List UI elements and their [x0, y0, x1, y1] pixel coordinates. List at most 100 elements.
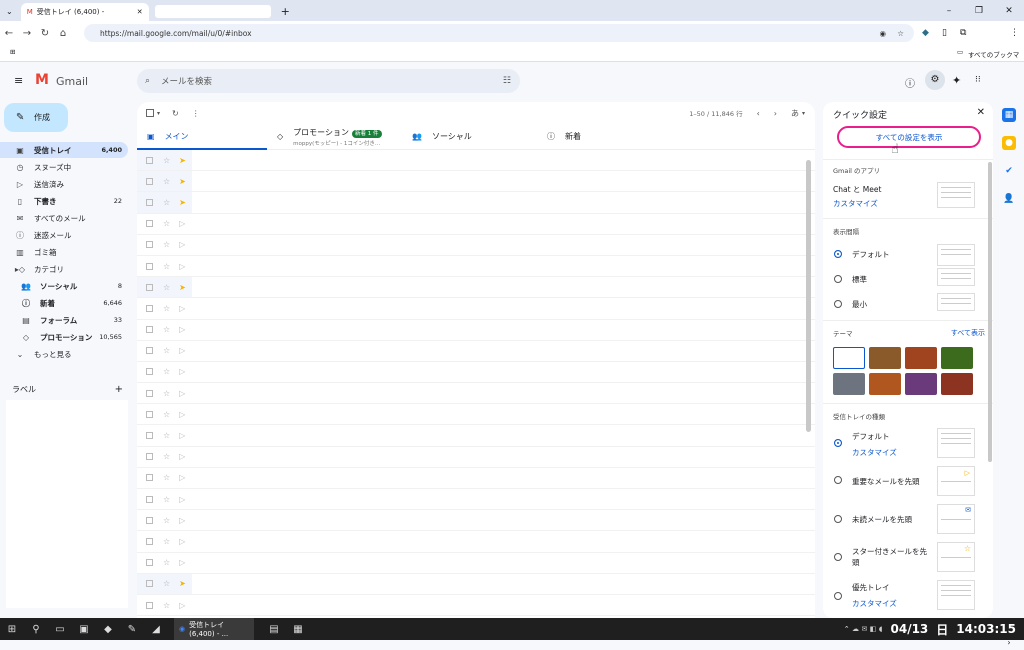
star-icon[interactable]: ☆	[163, 240, 170, 249]
customize-apps-link[interactable]: カスタマイズ	[833, 198, 878, 209]
table-row[interactable]: ☆ ➤	[137, 192, 815, 214]
task-view-icon[interactable]: ▭	[48, 624, 72, 635]
row-body[interactable]	[191, 340, 815, 361]
star-icon[interactable]: ☆	[163, 325, 170, 334]
apps-grid-icon[interactable]: ⊞	[10, 48, 15, 56]
important-marker-icon[interactable]: ▷	[179, 219, 185, 228]
table-row[interactable]: ☆ ▷	[137, 425, 815, 447]
table-row[interactable]: ☆ ▷	[137, 531, 815, 553]
refresh-icon[interactable]: ↻	[172, 109, 179, 118]
bookmark-icon[interactable]: ▯	[942, 28, 947, 38]
input-tools-dropdown-icon[interactable]: ▾	[802, 110, 805, 117]
tab-promotions[interactable]: ◇ プロモーション 新着 1 件 moppy(モッピー) - 1コイン付き…	[267, 124, 402, 149]
sidebar-item-snoozed[interactable]: ◷ スヌーズ中	[0, 159, 128, 175]
gemini-icon[interactable]: ✦	[952, 74, 961, 87]
prev-page-icon[interactable]: ‹	[757, 109, 760, 118]
important-marker-icon[interactable]: ➤	[179, 283, 186, 292]
important-marker-icon[interactable]: ▷	[179, 431, 185, 440]
important-marker-icon[interactable]: ▷	[179, 325, 185, 334]
row-checkbox[interactable]	[146, 326, 153, 334]
theme-tile[interactable]	[833, 373, 865, 395]
star-icon[interactable]: ☆	[163, 516, 170, 525]
star-icon[interactable]: ☆	[163, 431, 170, 440]
minimize-icon[interactable]: –	[934, 0, 964, 21]
row-body[interactable]	[191, 467, 815, 488]
theme-tile[interactable]	[941, 347, 973, 369]
table-row[interactable]: ☆ ▷	[137, 383, 815, 405]
row-checkbox[interactable]	[146, 389, 153, 397]
table-row[interactable]: ☆ ▷	[137, 340, 815, 362]
more-icon[interactable]: ⋮	[192, 109, 200, 118]
tab-close-icon[interactable]: ✕	[137, 8, 143, 16]
app-icon[interactable]: ▣	[72, 624, 96, 635]
forward-icon[interactable]: →	[18, 28, 36, 39]
star-icon[interactable]: ☆	[163, 601, 170, 610]
important-marker-icon[interactable]: ▷	[179, 410, 185, 419]
row-checkbox[interactable]	[146, 156, 153, 164]
star-icon[interactable]: ☆	[163, 473, 170, 482]
app-icon[interactable]: ◢	[144, 624, 168, 635]
row-body[interactable]	[191, 298, 815, 319]
inbox-important-radio[interactable]	[834, 476, 842, 484]
important-marker-icon[interactable]: ▷	[179, 601, 185, 610]
table-row[interactable]: ☆ ▷	[137, 510, 815, 532]
sidebar-item-sent[interactable]: ▷ 送信済み	[0, 176, 128, 192]
important-marker-icon[interactable]: ▷	[179, 516, 185, 525]
row-checkbox[interactable]	[146, 304, 153, 312]
puzzle-icon[interactable]: ⧉	[960, 28, 966, 38]
star-icon[interactable]: ☆	[163, 283, 170, 292]
extension-icon[interactable]: ◆	[922, 28, 929, 38]
row-body[interactable]	[191, 234, 815, 255]
star-icon[interactable]: ☆	[163, 452, 170, 461]
row-checkbox[interactable]	[146, 410, 153, 418]
important-marker-icon[interactable]: ➤	[179, 156, 186, 165]
app-icon[interactable]: ◆	[96, 624, 120, 635]
select-all-checkbox[interactable]	[146, 109, 154, 117]
tray-icons[interactable]: ⌃ ☁ ✉ ◧ ◖	[844, 625, 883, 633]
url-field[interactable]: https://mail.google.com/mail/u/0/#inbox …	[84, 24, 914, 42]
table-row[interactable]: ☆ ➤	[137, 277, 815, 299]
star-icon[interactable]: ☆	[163, 389, 170, 398]
row-body[interactable]	[191, 255, 815, 277]
menu-dots-icon[interactable]: ⋮	[1010, 28, 1019, 38]
table-row[interactable]: ☆ ▷	[137, 234, 815, 256]
row-body[interactable]	[191, 150, 815, 171]
tasks-icon[interactable]: ✔	[1002, 164, 1016, 178]
important-marker-icon[interactable]: ▷	[179, 262, 185, 271]
star-icon[interactable]: ☆	[163, 558, 170, 567]
sidebar-item-forums[interactable]: ▤ フォーラム 33	[0, 312, 128, 328]
row-body[interactable]	[191, 192, 815, 213]
keep-icon[interactable]: ●	[1002, 136, 1016, 150]
row-body[interactable]	[191, 594, 815, 616]
row-checkbox[interactable]	[146, 601, 153, 609]
row-body[interactable]	[191, 510, 815, 531]
taskbar-chrome-button[interactable]: ◉ 受信トレイ (6,400) - ...	[174, 618, 254, 640]
table-row[interactable]: ☆ ▷	[137, 298, 815, 320]
tab-list-icon[interactable]: ⌄	[6, 7, 13, 16]
new-tab-icon[interactable]: +	[281, 5, 290, 18]
density-compact-radio[interactable]	[834, 300, 842, 308]
sidebar-item-trash[interactable]: ▥ ゴミ箱	[0, 244, 128, 260]
row-checkbox[interactable]	[146, 580, 153, 588]
search-taskbar-icon[interactable]: ⚲	[24, 624, 48, 635]
row-body[interactable]	[191, 277, 815, 298]
row-body[interactable]	[191, 383, 815, 404]
calendar-icon[interactable]: ▦	[1002, 108, 1016, 122]
row-body[interactable]	[191, 552, 815, 573]
important-marker-icon[interactable]: ▷	[179, 452, 185, 461]
apps-icon[interactable]: ⁝⁝	[975, 75, 981, 85]
quick-settings-scrollbar[interactable]	[988, 162, 992, 462]
row-checkbox[interactable]	[146, 368, 153, 376]
close-quick-settings-icon[interactable]: ✕	[977, 107, 985, 118]
main-menu-icon[interactable]: ≡	[14, 74, 23, 87]
close-window-icon[interactable]: ✕	[994, 0, 1024, 21]
inbox-starred-radio[interactable]	[834, 553, 842, 561]
row-body[interactable]	[191, 573, 815, 594]
next-page-icon[interactable]: ›	[774, 109, 777, 118]
sidebar-item-social[interactable]: 👥 ソーシャル 8	[0, 278, 128, 294]
table-row[interactable]: ☆ ➤	[137, 171, 815, 193]
row-checkbox[interactable]	[146, 198, 153, 206]
star-icon[interactable]: ☆	[163, 156, 170, 165]
row-body[interactable]	[191, 425, 815, 446]
theme-tile[interactable]	[905, 347, 937, 369]
